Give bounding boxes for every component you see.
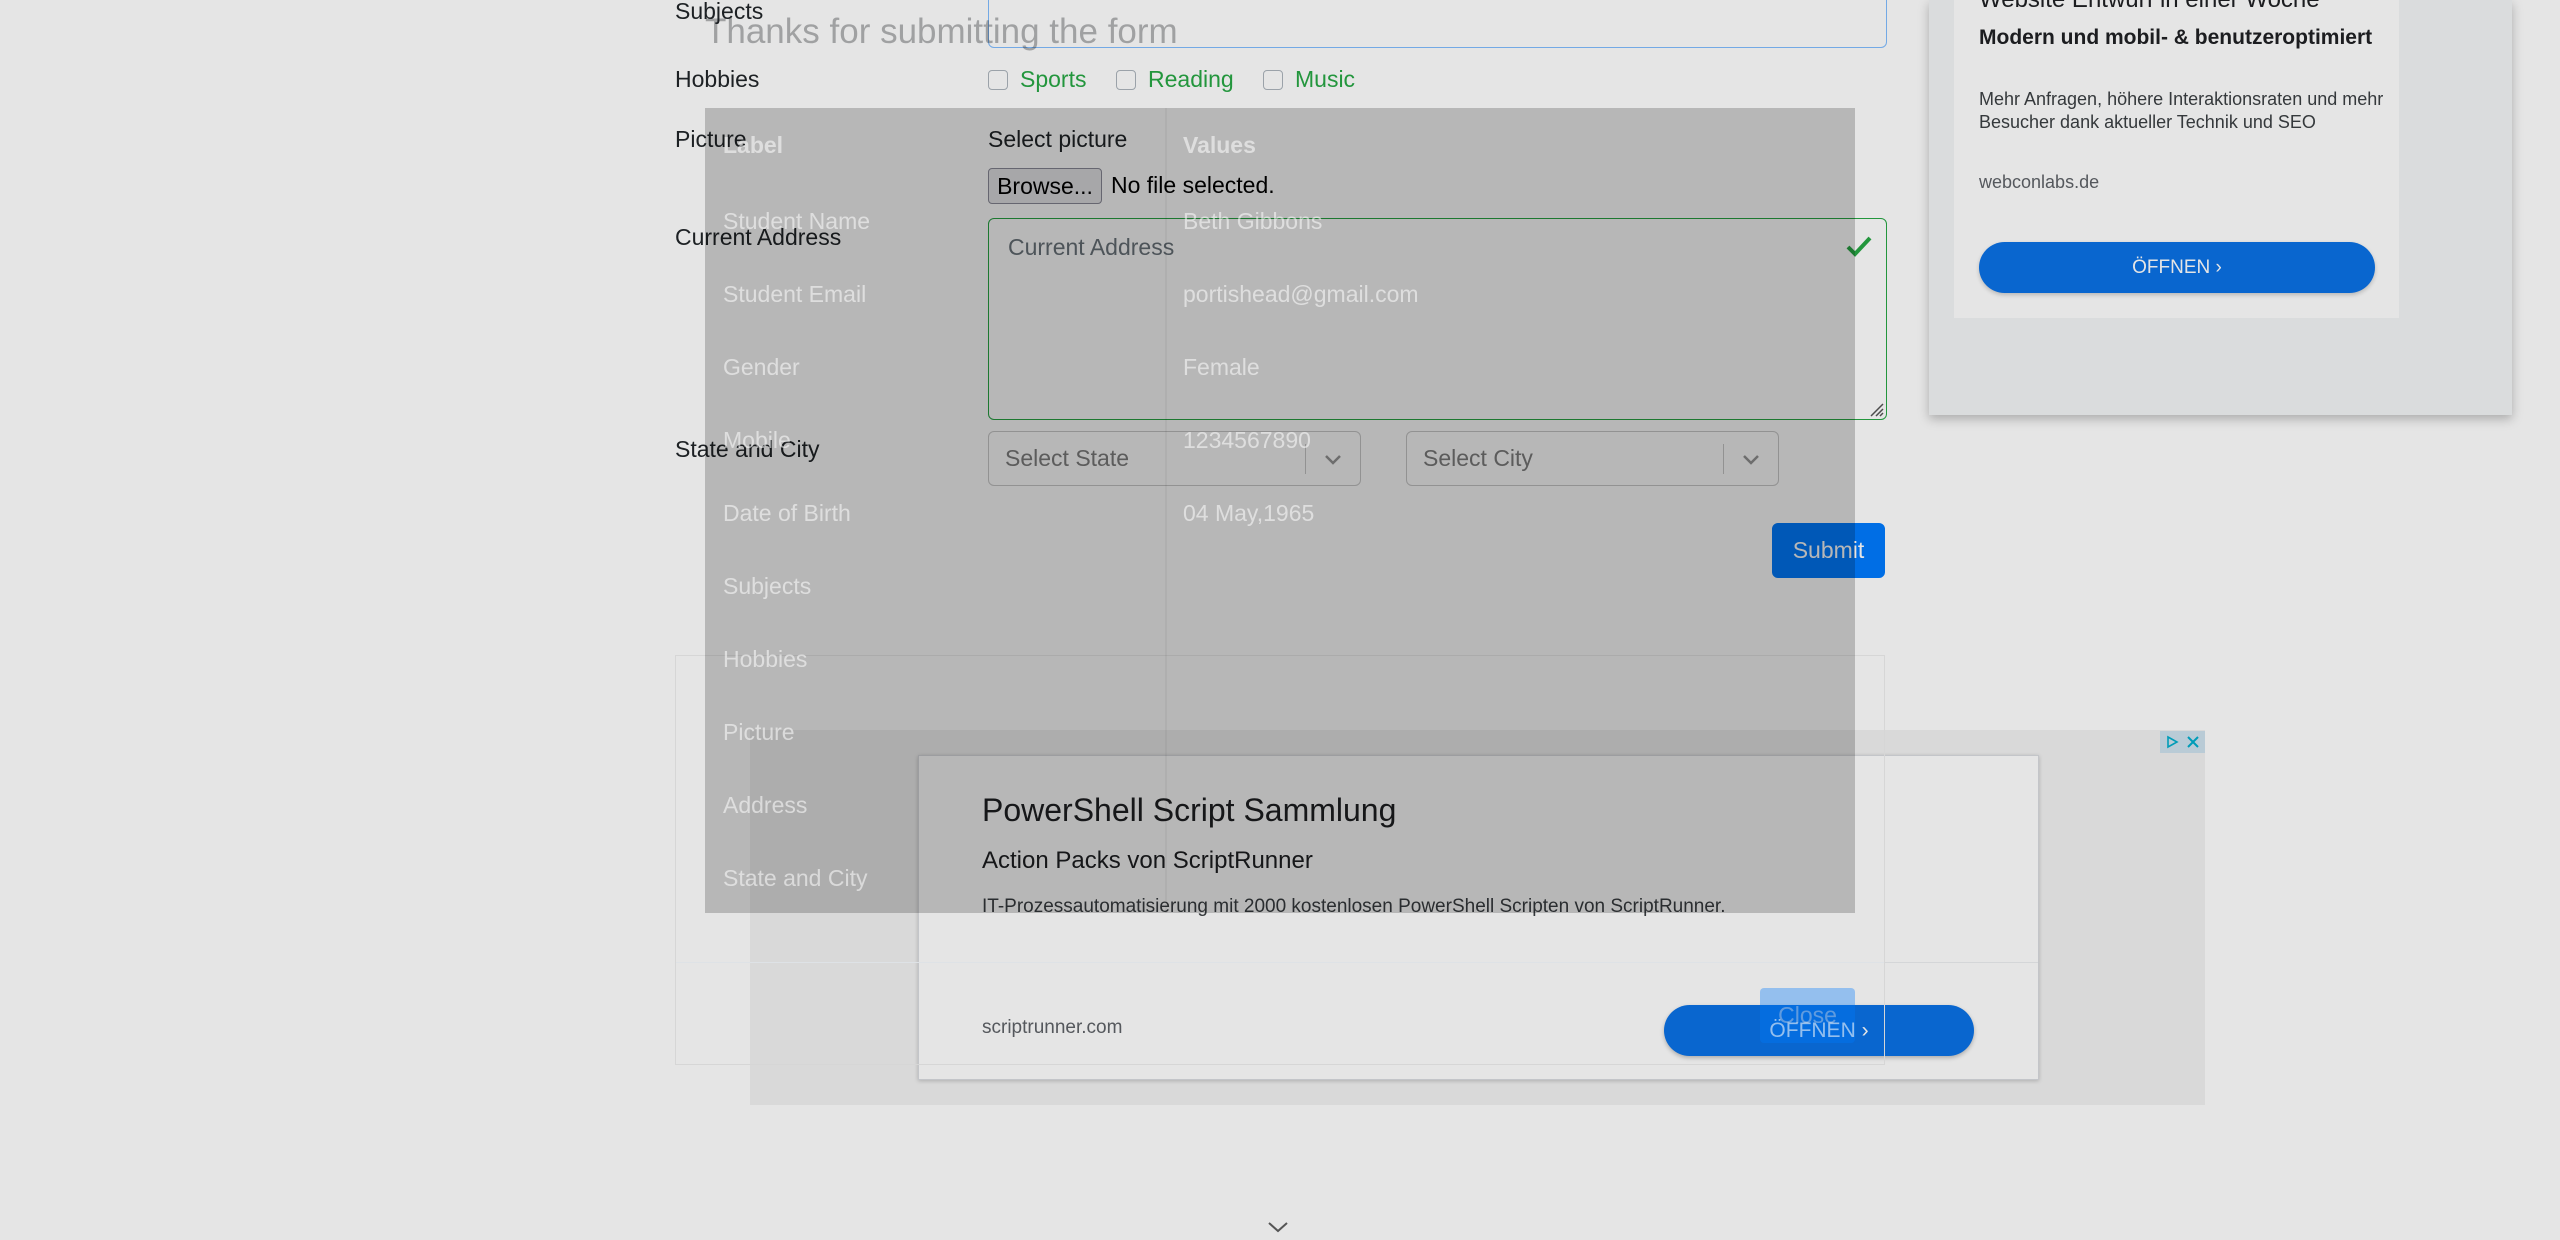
column-divider xyxy=(1165,108,1167,913)
row-value: 04 May,1965 xyxy=(1183,500,1315,526)
chevron-down-icon[interactable] xyxy=(1266,1220,1290,1234)
row-value: Beth Gibbons xyxy=(1183,208,1323,234)
table-header-values: Values xyxy=(1183,132,1256,158)
row-value: portishead@gmail.com xyxy=(1183,281,1419,307)
table-header-label: Label xyxy=(723,132,784,158)
row-label: Hobbies xyxy=(723,646,808,672)
row-label: Gender xyxy=(723,354,800,380)
modal-title: Thanks for submitting the form xyxy=(705,12,1178,51)
modal-footer-divider xyxy=(676,962,1884,963)
row-label: Student Name xyxy=(723,208,871,234)
row-label: Address xyxy=(723,792,808,818)
row-value: 1234567890 xyxy=(1183,427,1311,453)
results-table: Label Values Student Name Beth Gibbons S… xyxy=(705,108,1855,913)
row-label: Date of Birth xyxy=(723,500,851,526)
close-button[interactable]: Close xyxy=(1760,988,1855,1043)
row-value: Female xyxy=(1183,354,1260,380)
row-label: Picture xyxy=(723,719,795,745)
row-label: Student Email xyxy=(723,281,867,307)
row-label: State and City xyxy=(723,865,868,891)
row-label: Mobile xyxy=(723,427,791,453)
row-label: Subjects xyxy=(723,573,812,599)
